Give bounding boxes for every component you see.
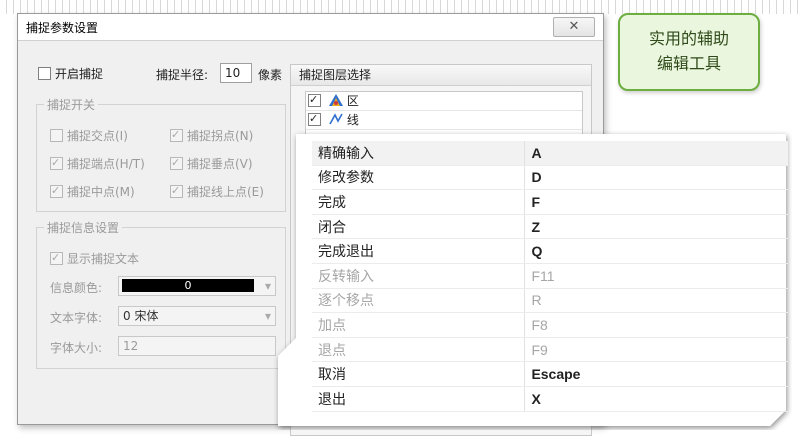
shortcut-key: Z	[524, 214, 788, 240]
shortcut-key: F11	[524, 263, 788, 289]
shortcut-key: A	[524, 141, 788, 166]
checkbox-box	[50, 252, 63, 265]
layer-label: 区	[346, 94, 359, 108]
command-name: 闭合	[312, 214, 526, 240]
command-name: 精确输入	[312, 141, 526, 166]
table-row[interactable]: 取消 Escape	[312, 361, 788, 387]
checkbox-box	[50, 157, 63, 170]
table-row[interactable]: 完成退出 Q	[312, 238, 788, 264]
option-midpoint[interactable]: 捕捉中点(M)	[50, 183, 135, 200]
snap-switch-group-label: 捕捉开关	[44, 96, 99, 113]
checkbox-box	[308, 113, 321, 126]
checkbox-box	[50, 185, 63, 198]
checkbox-box	[170, 157, 183, 170]
font-label: 文本字体:	[50, 311, 103, 325]
table-row[interactable]: 退出 X	[312, 386, 788, 412]
shortcut-key: Q	[524, 238, 788, 264]
command-name: 反转输入	[312, 263, 526, 289]
option-perpendicular[interactable]: 捕捉垂点(V)	[170, 155, 253, 172]
list-item[interactable]: 线	[306, 111, 582, 130]
callout-box: 实用的辅助 编辑工具	[618, 13, 760, 91]
list-item[interactable]: 区	[306, 92, 582, 111]
option-label: 捕捉交点(I)	[67, 129, 128, 143]
checkbox-box	[308, 94, 321, 107]
command-name: 逐个移点	[312, 288, 526, 314]
table-row[interactable]: 修改参数 D	[312, 165, 788, 191]
callout-line-2: 编辑工具	[656, 54, 721, 73]
table-row[interactable]: 精确输入 A	[312, 141, 788, 166]
option-label: 捕捉线上点(E)	[187, 185, 264, 199]
snap-info-group-label: 捕捉信息设置	[44, 219, 123, 236]
font-value: 0 宋体	[123, 309, 159, 323]
title-bar: 捕捉参数设置 ✕	[18, 14, 603, 41]
table-row[interactable]: 退点 F9	[312, 337, 788, 363]
command-name: 退点	[312, 337, 526, 363]
shortcut-table: 精确输入 A 修改参数 D 完成 F 闭合 Z 完成退出 Q 反转输入 F11 逐个移点 R 加点 F8 退点 F…	[312, 141, 788, 412]
shortcut-key: X	[524, 386, 788, 412]
option-label: 捕捉端点(H/T)	[67, 157, 145, 171]
show-text-checkbox[interactable]: 显示捕捉文本	[50, 250, 139, 267]
table-row[interactable]: 完成 F	[312, 189, 788, 215]
option-label: 捕捉中点(M)	[67, 185, 135, 199]
layer-label: 线	[346, 113, 359, 127]
enable-snap-checkbox[interactable]: 开启捕捉	[38, 65, 103, 82]
command-name: 完成退出	[312, 238, 526, 264]
command-name: 退出	[312, 386, 526, 412]
checkbox-box	[170, 129, 183, 142]
command-name: 完成	[312, 189, 526, 215]
table-row[interactable]: 闭合 Z	[312, 214, 788, 240]
table-row[interactable]: 逐个移点 R	[312, 288, 788, 314]
radius-label: 捕捉半径:	[156, 68, 209, 82]
dialog-title: 捕捉参数设置	[26, 21, 99, 35]
checkbox-box	[170, 185, 183, 198]
shortcut-key: F8	[524, 312, 788, 338]
option-corner[interactable]: 捕捉拐点(N)	[170, 127, 253, 144]
close-icon: ✕	[568, 19, 580, 34]
radius-input[interactable]: 10	[220, 63, 252, 83]
line-icon	[329, 113, 343, 125]
font-size-value: 12	[123, 339, 139, 353]
command-name: 取消	[312, 361, 526, 387]
layer-panel-title: 捕捉图层选择	[291, 65, 591, 86]
font-size-input[interactable]: 12	[118, 336, 276, 356]
table-row[interactable]: 反转输入 F11	[312, 263, 788, 289]
info-color-select[interactable]: 0 ▾	[118, 276, 276, 296]
font-size-label: 字体大小:	[50, 341, 103, 355]
shortcut-key: F	[524, 189, 788, 215]
callout-line-1: 实用的辅助	[648, 29, 729, 48]
command-name: 加点	[312, 312, 526, 338]
shortcut-key: F9	[524, 337, 788, 363]
region-icon	[328, 94, 343, 106]
table-row[interactable]: 加点 F8	[312, 312, 788, 338]
option-label: 捕捉拐点(N)	[187, 129, 254, 143]
shortcut-key: R	[524, 288, 788, 314]
radius-unit: 像素	[258, 68, 283, 82]
close-button[interactable]: ✕	[553, 17, 595, 37]
checkbox-box	[50, 129, 63, 142]
shortcut-key: Escape	[524, 361, 788, 387]
shortcut-popup: 精确输入 A 修改参数 D 完成 F 闭合 Z 完成退出 Q 反转输入 F11 逐个移点 R 加点 F8 退点 F…	[270, 130, 792, 430]
shortcut-key: D	[524, 165, 788, 191]
option-label: 捕捉垂点(V)	[187, 157, 253, 171]
info-color-label: 信息颜色:	[50, 281, 103, 295]
enable-snap-label: 开启捕捉	[55, 67, 104, 81]
color-swatch: 0	[122, 279, 254, 292]
option-intersection[interactable]: 捕捉交点(I)	[50, 127, 128, 144]
background-strip	[0, 0, 800, 14]
show-text-label: 显示捕捉文本	[67, 252, 140, 266]
checkbox-box	[38, 67, 51, 80]
option-on-line[interactable]: 捕捉线上点(E)	[170, 183, 264, 200]
font-select[interactable]: 0 宋体 ▾	[118, 306, 276, 326]
option-endpoint[interactable]: 捕捉端点(H/T)	[50, 155, 145, 172]
command-name: 修改参数	[312, 165, 526, 191]
